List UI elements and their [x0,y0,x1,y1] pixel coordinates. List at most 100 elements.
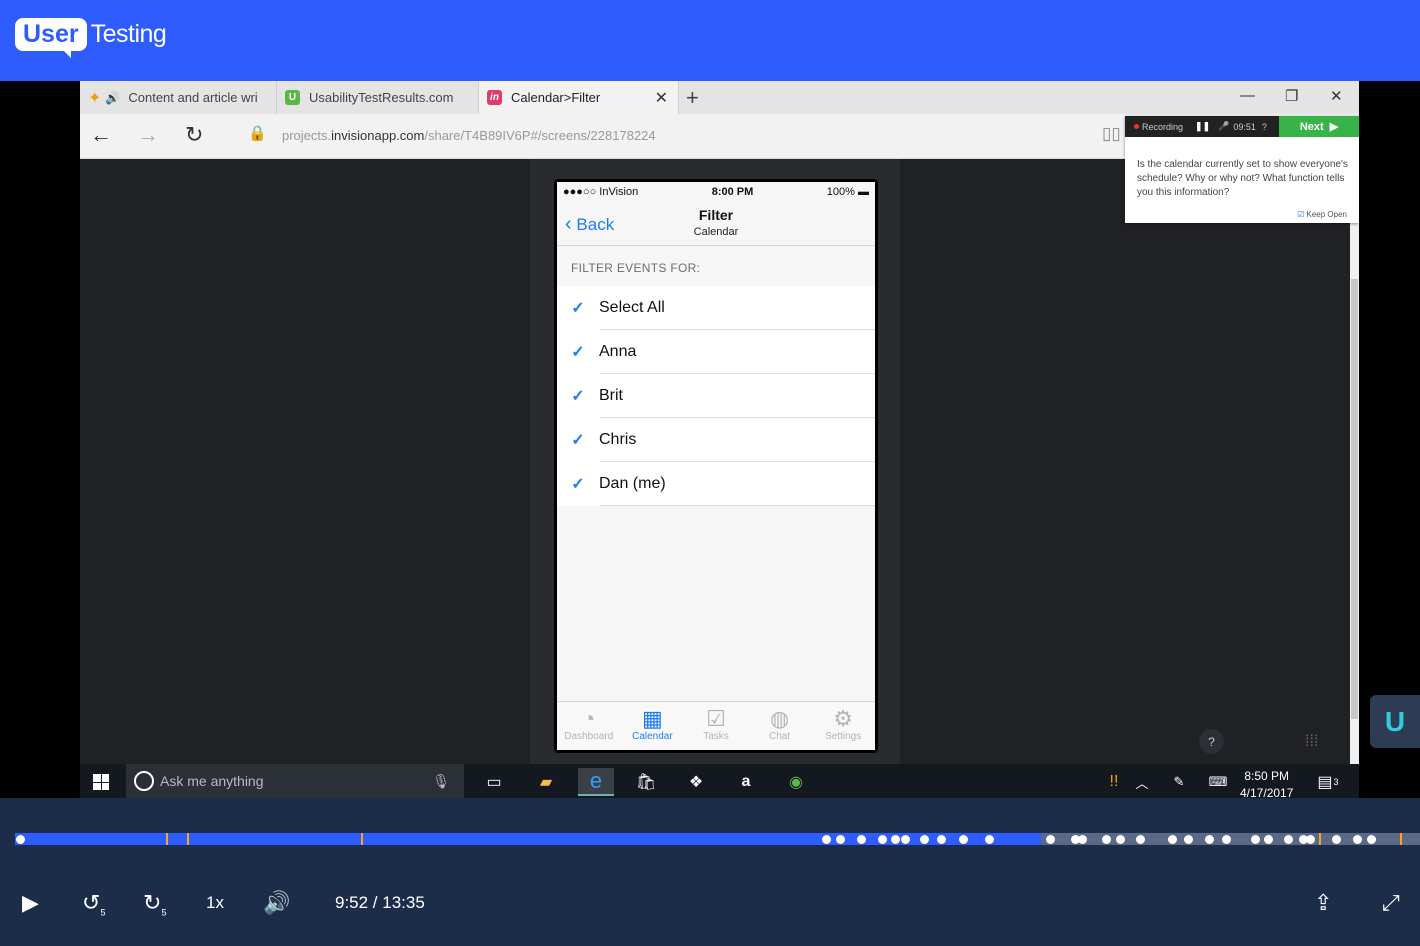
filter-row-anna[interactable]: ✓ Anna [557,330,875,374]
annotation-dot[interactable] [1205,835,1214,844]
windows-start-icon[interactable] [93,774,109,790]
tab-chat[interactable]: ◍ Chat [748,702,812,750]
annotation-dot[interactable] [878,835,887,844]
share-icon[interactable]: ⇪ [1314,890,1332,916]
clock-date: 4/17/2017 [1240,786,1294,798]
refresh-icon[interactable]: ↻ [185,122,203,148]
filter-row-chris[interactable]: ✓ Chris [557,418,875,462]
clip-marker[interactable] [187,833,189,845]
file-explorer-icon[interactable]: ▰ [528,768,564,796]
annotation-dot[interactable] [836,835,845,844]
browser-tab-calendar[interactable]: in Calendar>Filter ✕ [479,81,679,114]
clip-marker[interactable] [361,833,363,845]
tab-dashboard[interactable]: ◔ Dashboard [557,702,621,750]
annotation-dot[interactable] [1102,835,1111,844]
annotation-dot[interactable] [1332,835,1341,844]
task-question: Is the calendar currently set to show ev… [1137,159,1348,198]
annotation-dot[interactable] [1264,835,1273,844]
dropbox-icon[interactable]: ❖ [678,768,714,796]
tab-tasks[interactable]: ☑ Tasks [684,702,748,750]
clip-marker[interactable] [1400,833,1402,845]
annotation-dot[interactable] [1046,835,1055,844]
rewind-5-icon[interactable]: ↺5 [82,890,105,917]
recording-dot-icon [1134,124,1139,129]
recording-status: Recording [1142,121,1184,132]
scrollbar-thumb[interactable] [1351,279,1358,719]
row-label: Brit [599,387,623,404]
annotation-dot[interactable] [891,835,900,844]
clip-marker[interactable] [166,833,168,845]
playhead[interactable] [16,835,25,844]
back-arrow-icon[interactable]: ← [90,122,112,148]
chevron-up-icon[interactable]: ︿ [1124,768,1160,796]
video-player[interactable]: ✦ 🔊 Content and article wri U UsabilityT… [0,81,1420,798]
browser-tab-content[interactable]: ✦ 🔊 Content and article wri [80,81,277,114]
annotation-dot[interactable] [1353,835,1362,844]
page-scrollbar[interactable] [1350,159,1359,764]
pause-icon[interactable]: ❚❚ [1195,121,1210,132]
browser-tab-usability[interactable]: U UsabilityTestResults.com [277,81,479,114]
keyboard-icon[interactable]: ⌨ [1200,768,1236,796]
annotation-dot[interactable] [1306,835,1315,844]
tab-label: Content and article wri [128,90,258,105]
tab-calendar[interactable]: ▦ Calendar [621,702,685,750]
pen-icon[interactable]: ✎ [1161,768,1197,796]
volume-icon[interactable]: 🔊 [263,890,290,916]
next-button[interactable]: Next ▶ [1279,116,1359,137]
annotation-dot[interactable] [1284,835,1293,844]
clip-marker[interactable] [1319,833,1321,845]
annotation-dot[interactable] [937,835,946,844]
new-tab-button[interactable]: + [686,85,699,111]
notifications-icon[interactable]: ▤ 3 [1310,768,1346,796]
play-button[interactable]: ▶ [22,890,39,916]
annotation-dot[interactable] [959,835,968,844]
usertesting-side-widget-icon[interactable]: U [1370,695,1420,748]
usertesting-logo[interactable]: User Testing [15,18,167,58]
tab-settings[interactable]: ⚙ Settings [811,702,875,750]
forward-arrow-icon[interactable]: → [137,122,159,148]
tripadvisor-icon[interactable]: ◉ [778,768,814,796]
restore-icon[interactable]: ❐ [1285,87,1298,105]
recording-timer: 09:51 [1233,121,1256,132]
annotation-dot[interactable] [822,835,831,844]
filter-row-brit[interactable]: ✓ Brit [557,374,875,418]
filter-row-dan[interactable]: ✓ Dan (me) [557,462,875,506]
taskbar-clock[interactable]: 8:50 PM 4/17/2017 [1240,768,1293,798]
task-view-icon[interactable]: ▭ [476,768,512,796]
filter-row-select-all[interactable]: ✓ Select All [557,286,875,330]
cortana-search[interactable]: Ask me anything 🎙 [126,764,464,798]
annotation-dot[interactable] [985,835,994,844]
progress-bar[interactable] [15,833,1420,845]
annotation-dot[interactable] [901,835,910,844]
annotation-dot[interactable] [1251,835,1260,844]
help-button[interactable]: ? [1199,729,1224,754]
minimize-icon[interactable]: — [1240,87,1255,104]
forward-5-icon[interactable]: ↻5 [143,890,166,917]
annotation-dot[interactable] [1168,835,1177,844]
fullscreen-icon[interactable]: ⤢ [1382,890,1400,916]
annotation-dot[interactable] [1367,835,1376,844]
annotation-dot[interactable] [1116,835,1125,844]
speaker-icon: 🔊 [105,90,121,105]
annotation-dot[interactable] [920,835,929,844]
annotation-dot[interactable] [857,835,866,844]
help-icon[interactable]: ? [1262,122,1267,132]
favicon-icon: ✦ [88,89,102,107]
amazon-icon[interactable]: a [728,768,764,796]
annotation-dot[interactable] [1222,835,1231,844]
reading-view-icon[interactable]: ▯▯ [1102,124,1121,144]
store-icon[interactable]: 🛍 [628,768,664,796]
next-label: Next [1299,120,1324,133]
annotation-dot[interactable] [1136,835,1145,844]
annotation-dot[interactable] [1184,835,1193,844]
keep-open-checkbox[interactable]: ☑ Keep Open [1297,210,1347,219]
annotation-dot[interactable] [1078,835,1087,844]
apps-grid-icon[interactable]: ⁞⁞⁞ [1305,733,1318,751]
close-window-icon[interactable]: ✕ [1330,87,1343,105]
playback-speed-button[interactable]: 1x [206,893,224,913]
close-tab-icon[interactable]: ✕ [655,88,668,108]
checkmark-icon: ✓ [571,476,585,493]
mic-icon[interactable]: 🎙 [432,773,450,790]
edge-browser-icon[interactable]: e [578,768,614,796]
url-field[interactable]: projects.invisionapp.com/share/T4B89IV6P… [282,128,656,143]
